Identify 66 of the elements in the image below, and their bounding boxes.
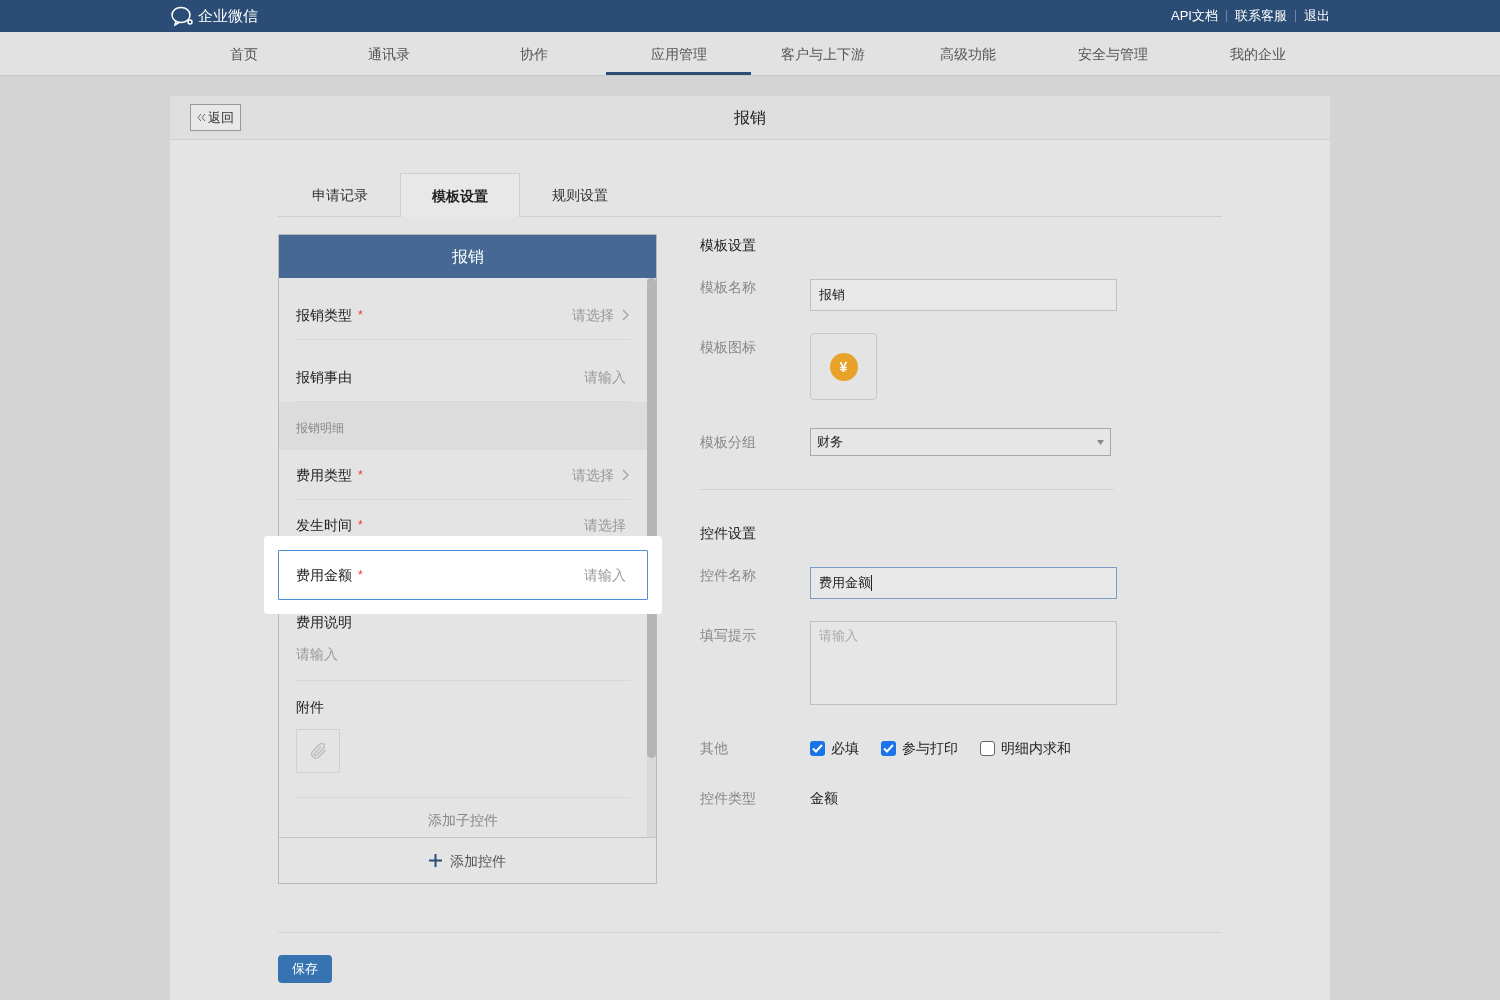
checkbox[interactable] [980,740,995,756]
back-button[interactable]: 返回 [190,104,241,131]
page-title: 报销 [734,107,766,128]
field-hint: 请选择 [572,465,614,485]
nav-tab[interactable]: 高级功能 [895,32,1041,75]
paperclip-icon [308,741,328,761]
chat-bubble-logo-icon [170,5,194,27]
required-mark: * [358,516,363,533]
field-hint: 请选择 [584,515,626,535]
plus-icon [429,854,442,867]
field-hint: 请选择 [572,305,614,325]
template-group-select[interactable]: 财务 [810,428,1111,456]
section-label: 报销明细 [279,402,647,450]
field-label: 模板图标 [700,338,757,357]
option-checkbox[interactable]: 明细内求和 [980,738,1071,758]
field-label: 报销类型 [296,305,352,325]
field-label: 模板名称 [700,278,757,297]
double-chevron-left-icon [197,113,206,122]
field-hint: 请输入 [584,566,626,585]
tab[interactable]: 模板设置 [400,173,520,217]
save-button[interactable]: 保存 [278,955,332,983]
field-hint: 请输入 [296,645,339,664]
checkbox[interactable] [810,740,825,756]
top-link[interactable]: 退出 [1304,6,1330,26]
tab[interactable]: 规则设置 [520,173,640,216]
nav-tab[interactable]: 安全与管理 [1040,32,1186,75]
nav-tab[interactable]: 通讯录 [316,32,462,75]
field-label: 其他 [700,739,729,758]
tab[interactable]: 申请记录 [280,173,400,216]
checkmark-icon [812,743,823,753]
field-label: 控件名称 [700,566,757,585]
checkmark-icon [883,743,894,753]
field-label: 发生时间 [296,515,352,535]
preview-header: 报销 [279,235,656,278]
yuan-coin-icon: ¥ [829,352,858,381]
required-mark: * [358,567,363,583]
field-label: 报销事由 [296,367,352,387]
nav-tab[interactable]: 首页 [172,32,317,75]
field-label: 模板分组 [700,433,757,452]
section-heading: 模板设置 [700,236,757,255]
control-type-value: 金额 [810,789,838,808]
section-heading: 控件设置 [700,524,757,543]
logo-text: 企业微信 [198,5,258,26]
required-mark: * [358,306,363,323]
field-label: 附件 [296,698,325,717]
option-checkbox[interactable]: 必填 [810,738,859,758]
field-label: 费用金额 [296,566,352,585]
nav-tab[interactable]: 我的企业 [1185,32,1330,75]
field-hint: 请输入 [584,367,626,387]
required-mark: * [358,466,363,483]
field-label: 费用类型 [296,465,352,485]
control-name-field[interactable]: 费用金额 [810,567,1117,599]
field-label: 控件类型 [700,789,757,808]
nav-tab[interactable]: 协作 [461,32,607,75]
option-checkbox[interactable]: 参与打印 [881,738,958,758]
add-control-button[interactable]: 添加控件 [429,850,506,871]
top-link[interactable]: 联系客服 [1235,6,1287,26]
field-label: 费用说明 [296,613,353,632]
template-name-field[interactable]: 报销 [810,279,1117,311]
scrollbar-thumb[interactable] [647,278,656,758]
nav-tab[interactable]: 客户与上下游 [751,32,896,75]
nav-tab[interactable]: 应用管理 [606,32,751,75]
dropdown-arrow-icon [1097,439,1104,445]
top-link[interactable]: API文档 [1171,6,1218,26]
field-label: 填写提示 [700,626,757,645]
checkbox[interactable] [881,740,896,756]
